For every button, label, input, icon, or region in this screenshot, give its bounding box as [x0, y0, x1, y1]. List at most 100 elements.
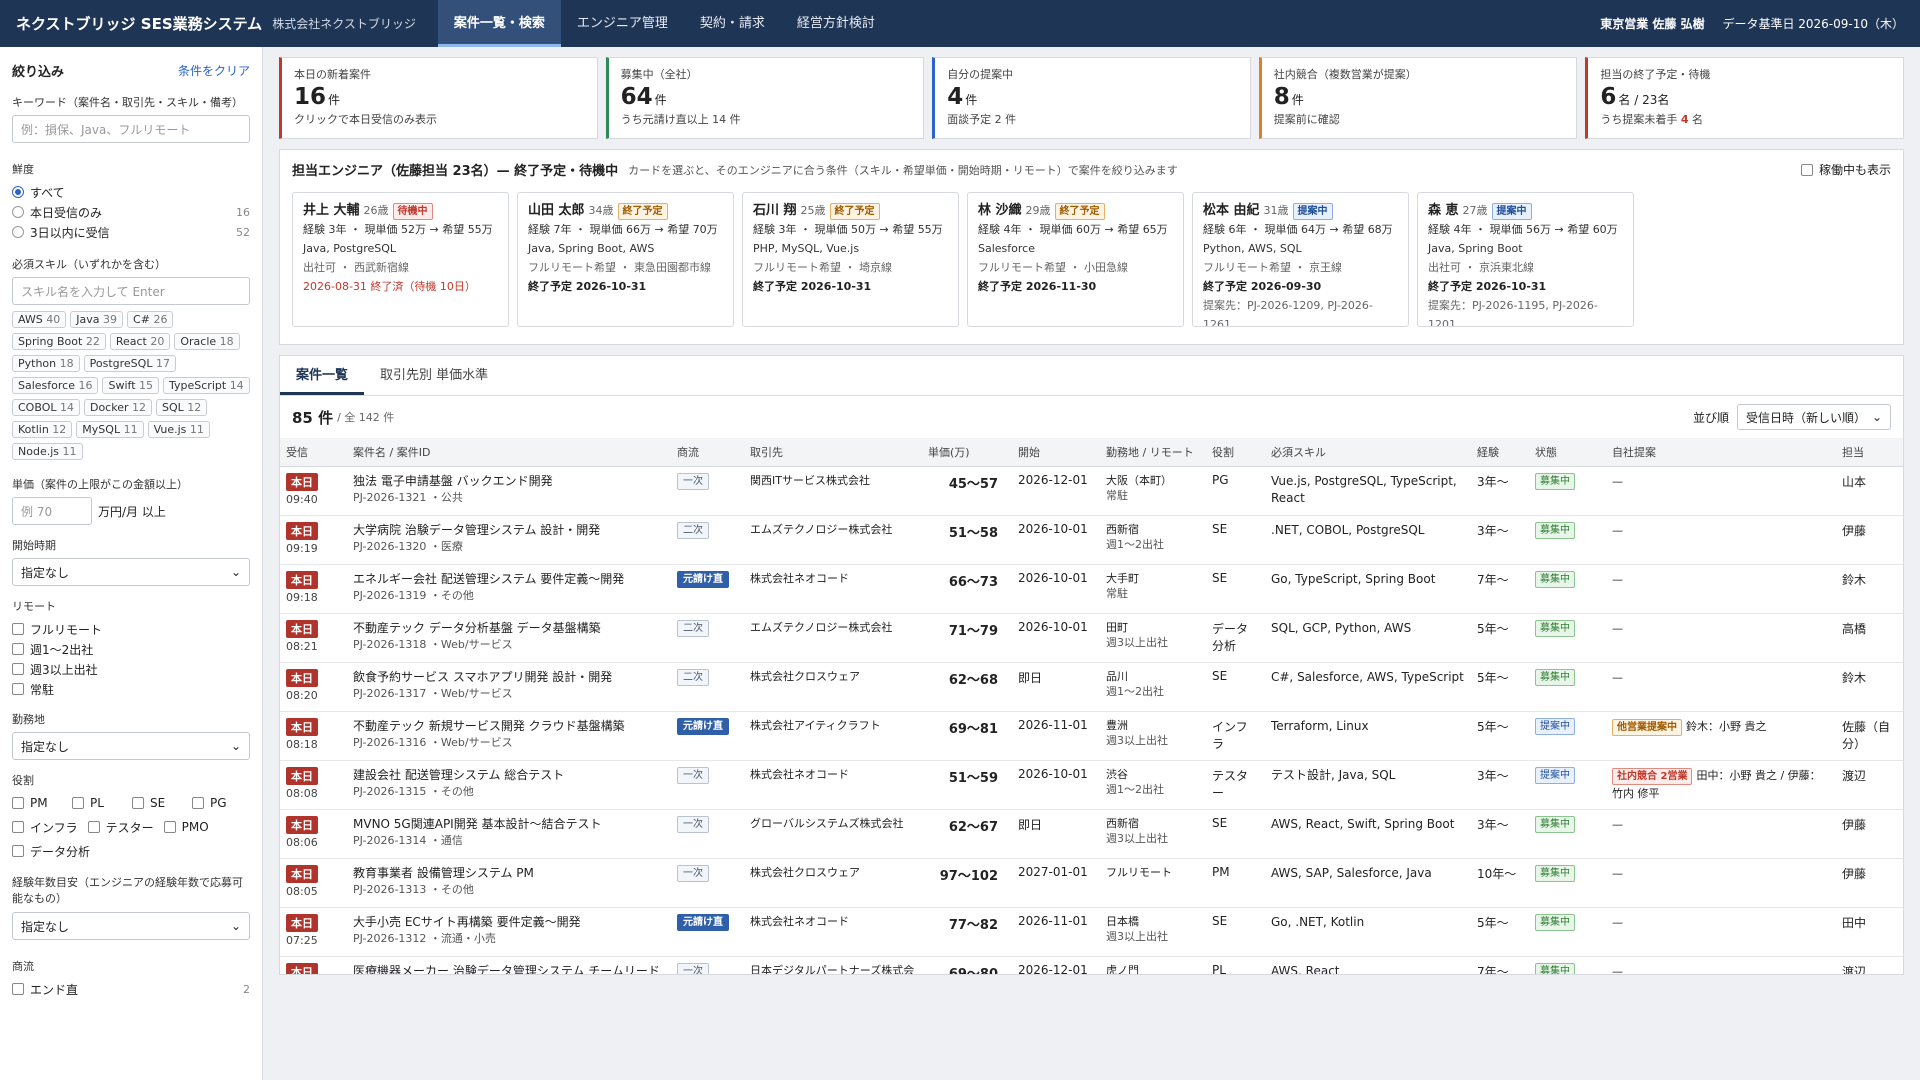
checkbox-icon[interactable] [87, 821, 100, 833]
kpi-card[interactable]: 自分の提案中 4 件面談予定 2 件 [932, 57, 1251, 139]
checkbox-icon[interactable] [12, 845, 24, 857]
kpi-card[interactable]: 募集中（全社） 64 件うち元請け直以上 14 件 [605, 57, 925, 139]
project-name-link[interactable]: 独法 電子申請基盤 バックエンド開発 [353, 473, 665, 490]
table-row[interactable]: 本日 08:08 建設会社 配送管理システム 総合テスト PJ-2026-1315 ・… [280, 760, 1903, 810]
role-option-pg[interactable]: PG [192, 793, 242, 813]
column-header[interactable]: 必須スキル [1265, 438, 1471, 467]
project-name-link[interactable]: 教育事業者 設備管理システム PM [353, 865, 665, 882]
table-row[interactable]: 本日 08:18 不動産テック 新規サービス開発 クラウド基盤構築 PJ-2026-1… [280, 711, 1903, 761]
checkbox-icon[interactable] [132, 797, 144, 809]
role-option-infra[interactable]: インフラ [12, 817, 78, 837]
skill-chip[interactable]: Oracle 18 [174, 333, 240, 350]
show-active-toggle[interactable]: 稼働中も表示 [1800, 161, 1891, 178]
table-row[interactable]: 本日 09:19 大学病院 治験データ管理システム 設計・開発 PJ-2026-132… [280, 515, 1903, 565]
column-header[interactable]: 取引先 [744, 438, 922, 467]
engineer-card[interactable]: 石川 翔 25歳 終了予定 経験 3年 ・ 現単価 50万 → 希望 55万 PHP, … [742, 192, 959, 327]
column-header[interactable]: 単価(万) [922, 438, 1012, 467]
project-name-link[interactable]: 不動産テック データ分析基盤 データ基盤構築 [353, 620, 665, 637]
checkbox-icon[interactable] [12, 797, 24, 809]
role-option-pl[interactable]: PL [72, 793, 122, 813]
fresh-option-all[interactable]: すべて [12, 182, 250, 202]
project-name-link[interactable]: 飲食予約サービス スマホアプリ開発 設計・開発 [353, 669, 665, 686]
skill-chip[interactable]: Docker 12 [83, 399, 153, 416]
skill-chip[interactable]: Salesforce 16 [12, 377, 99, 394]
checkbox-icon[interactable] [12, 623, 24, 635]
table-row[interactable]: 本日 08:05 教育事業者 設備管理システム PM PJ-2026-1313 ・その… [280, 858, 1903, 908]
table-row[interactable]: 本日 07:25 大手小売 ECサイト再構築 要件定義〜開発 PJ-2026-1312… [280, 907, 1903, 957]
engineer-card[interactable]: 林 沙織 29歳 終了予定 経験 4年 ・ 現単価 60万 → 希望 65万 Sales… [967, 192, 1184, 327]
column-header[interactable]: 自社提案 [1606, 438, 1836, 467]
skill-chip[interactable]: C# 26 [127, 311, 174, 328]
skill-input[interactable]: スキル名を入力して Enter [12, 277, 250, 305]
table-row[interactable]: 本日 09:18 エネルギー会社 配送管理システム 要件定義〜開発 PJ-2026-1… [280, 564, 1903, 614]
checkbox-icon[interactable] [12, 821, 24, 833]
engineer-card[interactable]: 井上 大輔 26歳 待機中 経験 3年 ・ 現単価 52万 → 希望 55万 Java,… [292, 192, 509, 327]
project-name-link[interactable]: 建設会社 配送管理システム 総合テスト [353, 767, 665, 784]
skill-chip[interactable]: MySQL 11 [76, 421, 144, 438]
experience-select[interactable]: 指定なし ⌄ [12, 912, 250, 940]
column-header[interactable]: 受信 [280, 438, 347, 467]
radio-icon[interactable] [12, 226, 24, 238]
price-input[interactable]: 例 70 [12, 497, 92, 525]
column-header[interactable]: 開始 [1012, 438, 1100, 467]
engineer-card[interactable]: 山田 太郎 34歳 終了予定 経験 7年 ・ 現単価 66万 → 希望 70万 Java… [517, 192, 734, 327]
kpi-card[interactable]: 担当の終了予定・待機 6 名 / 23名 うち提案未着手 4 名 [1585, 57, 1904, 139]
column-header[interactable]: 担当 [1836, 438, 1903, 467]
column-header[interactable]: 勤務地 / リモート [1100, 438, 1206, 467]
fresh-option-today[interactable]: 本日受信のみ 16 [12, 202, 250, 222]
project-name-link[interactable]: 大手小売 ECサイト再構築 要件定義〜開発 [353, 914, 665, 931]
column-header[interactable]: 状態 [1529, 438, 1606, 467]
remote-option-full[interactable]: フルリモート [12, 619, 250, 639]
skill-chip[interactable]: Spring Boot 22 [12, 333, 106, 350]
project-name-link[interactable]: 不動産テック 新規サービス開発 クラウド基盤構築 [353, 718, 665, 735]
nav-tab-contracts[interactable]: 契約・請求 [684, 0, 781, 47]
table-row[interactable]: 本日 08:21 不動産テック データ分析基盤 データ基盤構築 PJ-2026-131… [280, 613, 1903, 663]
project-name-link[interactable]: 医療機器メーカー 治験データ管理システム チームリード [353, 963, 665, 975]
skill-chip[interactable]: Kotlin 12 [12, 421, 73, 438]
fresh-option-3days[interactable]: 3日以内に受信 52 [12, 222, 250, 242]
keyword-input[interactable]: 例：損保、Java、フルリモート [12, 115, 250, 143]
skill-chip[interactable]: Swift 15 [102, 377, 160, 394]
kpi-card[interactable]: 本日の新着案件 16 件クリックで本日受信のみ表示 [279, 57, 598, 139]
skill-chip[interactable]: Node.js 11 [12, 443, 83, 460]
column-header[interactable]: 経験 [1471, 438, 1529, 467]
role-option-pm[interactable]: PM [12, 793, 62, 813]
table-row[interactable]: 本日 08:20 飲食予約サービス スマホアプリ開発 設計・開発 PJ-2026-13… [280, 662, 1903, 712]
role-option-se[interactable]: SE [132, 793, 182, 813]
nav-tab-projects[interactable]: 案件一覧・検索 [437, 0, 561, 47]
engineer-card[interactable]: 松本 由紀 31歳 提案中 経験 6年 ・ 現単価 64万 → 希望 68万 Pytho… [1192, 192, 1409, 327]
skill-chip[interactable]: COBOL 14 [12, 399, 80, 416]
skill-chip[interactable]: React 20 [109, 333, 171, 350]
skill-chip[interactable]: Vue.js 11 [147, 421, 210, 438]
location-select[interactable]: 指定なし ⌄ [12, 732, 250, 760]
checkbox-icon[interactable] [1800, 163, 1813, 176]
clear-filters-link[interactable]: 条件をクリア [178, 62, 250, 79]
skill-chip[interactable]: Python 18 [12, 355, 80, 372]
flow-option-end[interactable]: エンド直 2 [12, 979, 250, 999]
skill-chip[interactable]: SQL 12 [156, 399, 208, 416]
table-row[interactable]: 本日 08:06 MVNO 5G関連API開発 基本設計〜結合テスト PJ-2026-… [280, 809, 1903, 859]
project-name-link[interactable]: エネルギー会社 配送管理システム 要件定義〜開発 [353, 571, 665, 588]
start-select[interactable]: 指定なし ⌄ [12, 558, 250, 586]
remote-option-onsite[interactable]: 常駐 [12, 679, 250, 699]
checkbox-icon[interactable] [12, 983, 24, 995]
skill-chip[interactable]: PostgreSQL 17 [83, 355, 176, 372]
table-row[interactable]: 本日07:16医療機器メーカー 治験データ管理システム チームリードPJ-202… [280, 956, 1903, 975]
radio-icon[interactable] [12, 186, 24, 198]
project-name-link[interactable]: 大学病院 治験データ管理システム 設計・開発 [353, 522, 665, 539]
skill-chip[interactable]: TypeScript 14 [163, 377, 250, 394]
checkbox-icon[interactable] [72, 797, 84, 809]
skill-chip[interactable]: AWS 40 [12, 311, 67, 328]
remote-option-3plus[interactable]: 週3以上出社 [12, 659, 250, 679]
project-name-link[interactable]: MVNO 5G関連API開発 基本設計〜結合テスト [353, 816, 665, 833]
role-option-data[interactable]: データ分析 [12, 841, 90, 861]
tab-project-list[interactable]: 案件一覧 [280, 356, 365, 395]
checkbox-icon[interactable] [192, 797, 204, 809]
checkbox-icon[interactable] [12, 643, 24, 655]
sort-select[interactable]: 受信日時（新しい順） ⌄ [1737, 404, 1891, 430]
table-row[interactable]: 本日 09:40 独法 電子申請基盤 バックエンド開発 PJ-2026-1321 ・公… [280, 466, 1903, 516]
role-option-tester[interactable]: テスター [87, 817, 154, 837]
tab-client-rates[interactable]: 取引先別 単価水準 [364, 356, 504, 395]
column-header[interactable]: 案件名 / 案件ID [347, 438, 671, 467]
checkbox-icon[interactable] [163, 821, 176, 833]
